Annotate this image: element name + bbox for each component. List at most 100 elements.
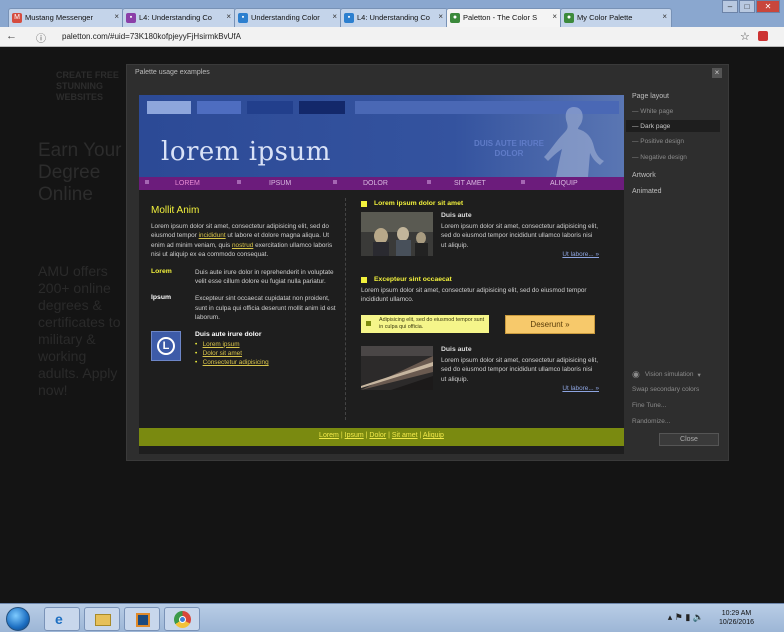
close-button[interactable]: Close bbox=[659, 433, 719, 446]
square-bullet-icon bbox=[361, 200, 367, 207]
definition-text: Excepteur sint occaecat cupidatat non pr… bbox=[195, 295, 336, 322]
nav-bar: LOREM IPSUM DOLOR SIT AMET ALIQUIP bbox=[139, 177, 624, 190]
taskbar-clock[interactable]: 10:29 AM 10/26/2016 bbox=[719, 609, 754, 627]
tab-understanding-co-1[interactable]: ▪ L4: Understanding Co × bbox=[122, 8, 236, 27]
card-text: Lorem ipsum dolor sit amet, consectetur … bbox=[441, 223, 598, 249]
course-icon: ▪ bbox=[344, 13, 354, 23]
ad-line: WEBSITES bbox=[56, 92, 104, 102]
extension-icon[interactable] bbox=[758, 31, 768, 41]
footer-link-dolor[interactable]: Dolor bbox=[369, 432, 386, 439]
minimize-icon[interactable]: – bbox=[722, 0, 738, 13]
footer-link-ipsum[interactable]: Ipsum bbox=[345, 432, 364, 439]
close-icon[interactable]: × bbox=[226, 12, 231, 21]
close-icon[interactable]: × bbox=[438, 12, 443, 21]
tab-understanding-co-2[interactable]: ▪ L4: Understanding Co × bbox=[340, 8, 448, 27]
tab-mustang-messenger[interactable]: M Mustang Messenger × bbox=[8, 8, 124, 27]
option-positive-design[interactable]: — Positive design bbox=[632, 138, 684, 145]
list-link[interactable]: Consectetur adipisicing bbox=[203, 359, 269, 366]
definition-term: Lorem bbox=[151, 267, 172, 275]
randomize[interactable]: Randomize... bbox=[632, 418, 670, 425]
intro-paragraph: Lorem ipsum dolor sit amet, consectetur … bbox=[151, 222, 339, 260]
footer-separator: | bbox=[340, 432, 343, 439]
crowd-photo bbox=[361, 212, 433, 266]
fine-tune[interactable]: Fine Tune... bbox=[632, 402, 666, 409]
card: Duis aute Lorem ipsum dolor sit amet, co… bbox=[361, 345, 601, 394]
media-icon bbox=[136, 613, 150, 627]
address-bar: ← ⓘ paletton.com/#uid=73K180kofpjeyyFjHs… bbox=[0, 27, 784, 47]
footer-links: Lorem | Ipsum | Dolor | Sit amet | Aliqu… bbox=[139, 432, 624, 439]
back-icon[interactable]: ← bbox=[6, 30, 20, 44]
definition-row: Lorem Duis aute irure dolor in reprehend… bbox=[151, 268, 339, 287]
star-icon[interactable]: ☆ bbox=[740, 30, 750, 43]
inline-link[interactable]: nostrud bbox=[232, 242, 253, 249]
option-artwork[interactable]: Artwork bbox=[632, 172, 656, 179]
color-swatch bbox=[299, 101, 345, 114]
woman-silhouette-image bbox=[544, 107, 604, 177]
list-block: L Duis aute irure dolor • Lorem ipsum • … bbox=[151, 330, 339, 368]
media-taskbar-button[interactable] bbox=[124, 607, 160, 631]
info-icon[interactable]: ⓘ bbox=[36, 30, 50, 45]
footer-link-lorem[interactable]: Lorem bbox=[319, 432, 339, 439]
tab-label: Paletton - The Color S bbox=[463, 13, 538, 22]
color-swatch bbox=[147, 101, 191, 114]
option-dark-page[interactable]: — Dark page bbox=[632, 123, 670, 130]
card-text: Lorem ipsum dolor sit amet, consectetur … bbox=[441, 356, 598, 383]
nav-item-aliquip[interactable]: ALIQUIP bbox=[550, 180, 578, 187]
vision-simulation[interactable]: ◉ Vision simulation ▾ bbox=[632, 369, 701, 380]
heading-text: Excepteur sint occaecat bbox=[374, 276, 452, 283]
deserunt-button[interactable]: Deserunt » bbox=[505, 314, 595, 334]
maximize-icon[interactable]: □ bbox=[739, 0, 755, 13]
folder-icon bbox=[95, 614, 111, 626]
list-link[interactable]: Dolor sit amet bbox=[203, 350, 242, 357]
course-icon: ▪ bbox=[238, 13, 248, 23]
left-column: Mollit Anim Lorem ipsum dolor sit amet, … bbox=[151, 205, 339, 368]
system-tray-icons[interactable]: ▴ ⚑ ▮ 🔈 bbox=[668, 612, 704, 623]
url-input[interactable]: paletton.com/#uid=73K180kofpjeyyFjHsirmk… bbox=[58, 30, 758, 44]
tab-my-color-palette[interactable]: ● My Color Palette × bbox=[560, 8, 672, 27]
nav-item-sit-amet[interactable]: SIT AMET bbox=[454, 180, 486, 187]
option-animated[interactable]: Animated bbox=[632, 188, 662, 195]
swap-secondary-colors[interactable]: Swap secondary colors bbox=[632, 386, 699, 393]
card-title: Duis aute bbox=[441, 345, 472, 353]
card-link[interactable]: Ut labore... » bbox=[441, 250, 599, 259]
ad-line: CREATE FREE bbox=[56, 70, 119, 80]
card-body: Duis aute Lorem ipsum dolor sit amet, co… bbox=[441, 212, 599, 266]
close-icon[interactable]: × bbox=[552, 12, 557, 21]
list-item: • Consectetur adipisicing bbox=[195, 359, 269, 367]
option-white-page[interactable]: — White page bbox=[632, 108, 673, 115]
close-icon[interactable]: × bbox=[332, 12, 337, 21]
footer-link-sit-amet[interactable]: Sit amet bbox=[392, 432, 418, 439]
list-link[interactable]: Lorem ipsum bbox=[203, 341, 240, 348]
nav-item-dolor[interactable]: DOLOR bbox=[363, 180, 388, 187]
nav-item-ipsum[interactable]: IPSUM bbox=[269, 180, 291, 187]
ad-banner: CREATE FREE STUNNING WEBSITES bbox=[56, 70, 119, 103]
ie-icon: e bbox=[55, 611, 63, 627]
footer-separator: | bbox=[419, 432, 422, 439]
windows-taskbar: e ▴ ⚑ ▮ 🔈 10:29 AM 10/26/2016 bbox=[0, 603, 784, 632]
logo-tile: L bbox=[151, 330, 181, 361]
vision-label: Vision simulation bbox=[644, 371, 694, 378]
tab-paletton[interactable]: ● Paletton - The Color S × bbox=[446, 8, 562, 27]
nav-bullet bbox=[333, 180, 337, 184]
explorer-taskbar-button[interactable] bbox=[84, 607, 120, 631]
gmail-icon: M bbox=[12, 13, 22, 23]
tab-understanding-color[interactable]: ▪ Understanding Color × bbox=[234, 8, 342, 27]
card-link[interactable]: Ut labore... » bbox=[441, 384, 599, 393]
chrome-taskbar-button[interactable] bbox=[164, 607, 200, 631]
option-negative-design[interactable]: — Negative design bbox=[632, 154, 687, 161]
footer-link-aliquip[interactable]: Aliquip bbox=[423, 432, 444, 439]
close-icon[interactable]: × bbox=[662, 12, 667, 21]
close-icon[interactable]: × bbox=[114, 12, 119, 21]
section-heading: Excepteur sint occaecat bbox=[361, 276, 601, 283]
browser-tab-bar: M Mustang Messenger × ▪ L4: Understandin… bbox=[0, 0, 784, 27]
start-button[interactable] bbox=[6, 607, 30, 631]
definition-text: Duis aute irure dolor in reprehenderit i… bbox=[195, 268, 334, 286]
heading-text: Lorem ipsum dolor sit amet bbox=[374, 200, 464, 207]
definition-row: Ipsum Excepteur sint occaecat cupidatat … bbox=[151, 294, 339, 322]
ie-taskbar-button[interactable]: e bbox=[44, 607, 80, 631]
modal-close-button[interactable]: × bbox=[712, 68, 722, 78]
inline-link[interactable]: incididunt bbox=[199, 232, 226, 239]
nav-item-lorem[interactable]: LOREM bbox=[175, 180, 200, 187]
close-window-icon[interactable]: ✕ bbox=[756, 0, 780, 13]
card-body: Duis aute Lorem ipsum dolor sit amet, co… bbox=[441, 346, 599, 394]
